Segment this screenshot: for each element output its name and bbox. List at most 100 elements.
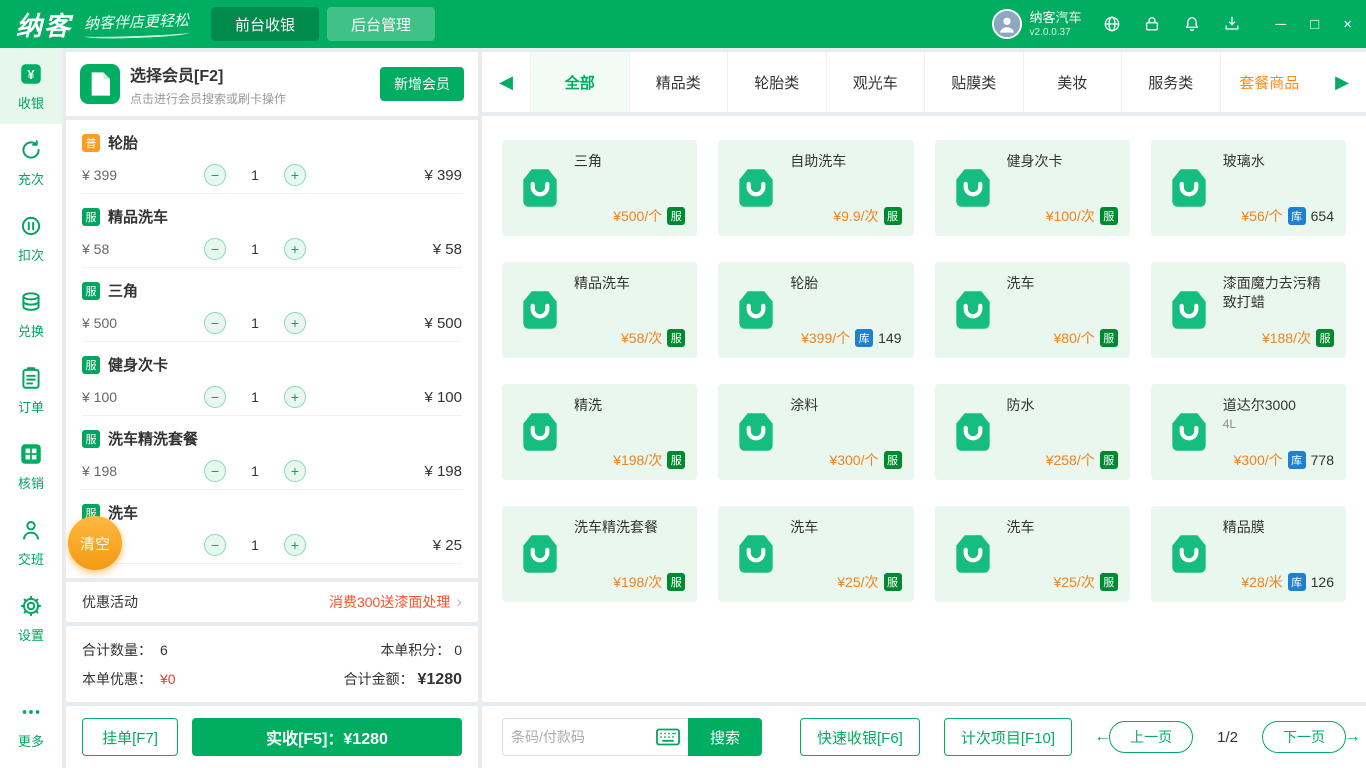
minimize-button[interactable]: ─: [1276, 16, 1287, 33]
product-card[interactable]: 轮胎 ¥399/个 库 149: [718, 262, 914, 358]
item-name: 健身次卡: [108, 357, 169, 374]
product-card[interactable]: 精品洗车 ¥58/次 服: [502, 262, 698, 358]
category-tab[interactable]: 美妆: [1022, 52, 1122, 112]
member-select[interactable]: 选择会员[F2] 点击进行会员搜索或刷卡操作 新增会员: [66, 52, 478, 116]
lock-icon[interactable]: [1142, 14, 1162, 34]
category-tab[interactable]: 套餐商品: [1219, 52, 1319, 112]
maximize-button[interactable]: □: [1310, 16, 1319, 33]
product-card[interactable]: 洗车 ¥25/次 服: [934, 506, 1130, 602]
category-prev-icon[interactable]: ◀: [482, 52, 530, 112]
close-button[interactable]: ×: [1343, 16, 1352, 33]
product-card[interactable]: 洗车 ¥80/个 服: [934, 262, 1130, 358]
product-card[interactable]: 三角 ¥500/个 服: [502, 140, 698, 236]
cart-item[interactable]: 服 洗车精洗套餐 ¥ 198 − 1 + ¥ 198: [82, 416, 462, 490]
bell-icon[interactable]: [1182, 14, 1202, 34]
category-tab[interactable]: 全部: [530, 52, 629, 112]
promo-label: 优惠活动: [82, 594, 138, 610]
category-tab[interactable]: 服务类: [1121, 52, 1220, 112]
decrease-qty-button[interactable]: −: [204, 164, 226, 186]
decrease-qty-button[interactable]: −: [204, 238, 226, 260]
cashier-icon: ¥: [21, 63, 41, 84]
product-price: ¥198/次: [613, 452, 663, 468]
category-next-icon[interactable]: ▶: [1318, 52, 1366, 112]
product-card[interactable]: 玻璃水 ¥56/个 库 654: [1150, 140, 1346, 236]
product-card[interactable]: 自助洗车 ¥9.9/次 服: [718, 140, 914, 236]
cart-item[interactable]: 服 健身次卡 ¥ 100 − 1 + ¥ 100: [82, 342, 462, 416]
shopping-bag-icon: [728, 394, 784, 470]
item-qty: 1: [251, 537, 259, 553]
search-button[interactable]: 搜索: [688, 718, 762, 756]
clear-cart-button[interactable]: 清空: [68, 516, 122, 570]
sidebar-item-shift[interactable]: 交班: [0, 504, 62, 580]
stock-count: 126: [1310, 574, 1334, 590]
shopping-bag-icon: [945, 516, 1001, 592]
download-icon[interactable]: [1222, 14, 1242, 34]
barcode-input[interactable]: [511, 729, 656, 745]
product-card[interactable]: 健身次卡 ¥100/次 服: [934, 140, 1130, 236]
add-member-button[interactable]: 新增会员: [380, 67, 464, 101]
sidebar-item-deduct-count[interactable]: 扣次: [0, 200, 62, 276]
sidebar-item-cashier[interactable]: ¥ 收银: [0, 48, 62, 124]
increase-qty-button[interactable]: +: [284, 534, 306, 556]
cart-item[interactable]: 普 轮胎 ¥ 399 − 1 + ¥ 399: [82, 120, 462, 194]
product-card[interactable]: 道达尔3000 4L ¥300/个 库 778: [1150, 384, 1346, 480]
stock-badge: 库: [1287, 207, 1306, 225]
keyboard-icon[interactable]: [656, 728, 680, 746]
checkout-button[interactable]: 实收[F5]：¥1280: [192, 718, 462, 756]
increase-qty-button[interactable]: +: [284, 460, 306, 482]
category-tab[interactable]: 观光车: [825, 52, 925, 112]
promo-row[interactable]: 优惠活动 消费300送漆面处理 ›: [66, 582, 478, 622]
sidebar-item-orders[interactable]: 订单: [0, 352, 62, 428]
item-total: ¥ 399: [424, 166, 462, 184]
decrease-qty-button[interactable]: −: [204, 312, 226, 334]
next-page-button[interactable]: 下一页 →: [1262, 721, 1361, 753]
increase-qty-button[interactable]: +: [284, 386, 306, 408]
product-card[interactable]: 涂料 ¥300/个 服: [718, 384, 914, 480]
hold-order-button[interactable]: 挂单[F7]: [82, 718, 178, 756]
decrease-qty-button[interactable]: −: [204, 460, 226, 482]
increase-qty-button[interactable]: +: [284, 238, 306, 260]
cart-panel: 选择会员[F2] 点击进行会员搜索或刷卡操作 新增会员 清空 普 轮胎 ¥ 39…: [66, 52, 478, 768]
sidebar-item-exchange[interactable]: 兑换: [0, 276, 62, 352]
service-badge: 服: [1099, 329, 1118, 347]
product-spec: 4L: [1222, 416, 1237, 431]
barcode-search-group: 搜索: [502, 718, 762, 756]
sidebar-item-settings[interactable]: 设置: [0, 580, 62, 656]
category-tab[interactable]: 轮胎类: [727, 52, 826, 112]
globe-icon[interactable]: [1102, 14, 1122, 34]
decrease-qty-button[interactable]: −: [204, 534, 226, 556]
increase-qty-button[interactable]: +: [284, 312, 306, 334]
product-card[interactable]: 漆面魔力去污精致打蜡 ¥188/次 服: [1150, 262, 1346, 358]
product-name: 轮胎: [790, 275, 819, 291]
category-tab[interactable]: 贴膜类: [924, 52, 1023, 112]
quick-cashier-button[interactable]: 快速收银[F6]: [800, 718, 920, 756]
item-total: ¥ 198: [424, 462, 462, 480]
tab-front-cashier[interactable]: 前台收银: [211, 7, 320, 41]
decrease-qty-button[interactable]: −: [204, 386, 226, 408]
tab-back-admin[interactable]: 后台管理: [327, 7, 436, 41]
cart-item[interactable]: 服 三角 ¥ 500 − 1 + ¥ 500: [82, 268, 462, 342]
prev-page-button[interactable]: ← 上一页: [1094, 721, 1194, 753]
store-name: 纳客汽车: [1029, 10, 1082, 26]
more-dots-icon: [22, 709, 40, 714]
product-price: ¥300/个: [1233, 452, 1283, 468]
count-item-button[interactable]: 计次项目[F10]: [943, 718, 1073, 756]
product-name: 精品洗车: [574, 275, 630, 291]
cart-item[interactable]: 服 精品洗车 ¥ 58 − 1 + ¥ 58: [82, 194, 462, 268]
sidebar-item-verify[interactable]: 核销: [0, 428, 62, 504]
product-card[interactable]: 洗车 ¥25/次 服: [718, 506, 914, 602]
product-card[interactable]: 精洗 ¥198/次 服: [502, 384, 698, 480]
sidebar-item-recharge-count[interactable]: 充次: [0, 124, 62, 200]
item-unit-price: ¥ 198: [82, 463, 118, 479]
product-card[interactable]: 防水 ¥258/个 服: [934, 384, 1130, 480]
sidebar-item-more[interactable]: 更多: [0, 686, 62, 762]
increase-qty-button[interactable]: +: [284, 164, 306, 186]
product-card[interactable]: 洗车精洗套餐 ¥198/次 服: [502, 506, 698, 602]
item-type-badge: 服: [82, 207, 100, 226]
cart-item[interactable]: 服 洗车 ¥ 25 − 1 + ¥ 25: [82, 490, 462, 564]
category-tab[interactable]: 精品类: [628, 52, 728, 112]
product-card[interactable]: 精品膜 ¥28/米 库 126: [1150, 506, 1346, 602]
item-total: ¥ 100: [424, 388, 462, 406]
user-info[interactable]: 纳客汽车 v2.0.0.37: [991, 9, 1082, 39]
item-qty: 1: [251, 463, 259, 479]
